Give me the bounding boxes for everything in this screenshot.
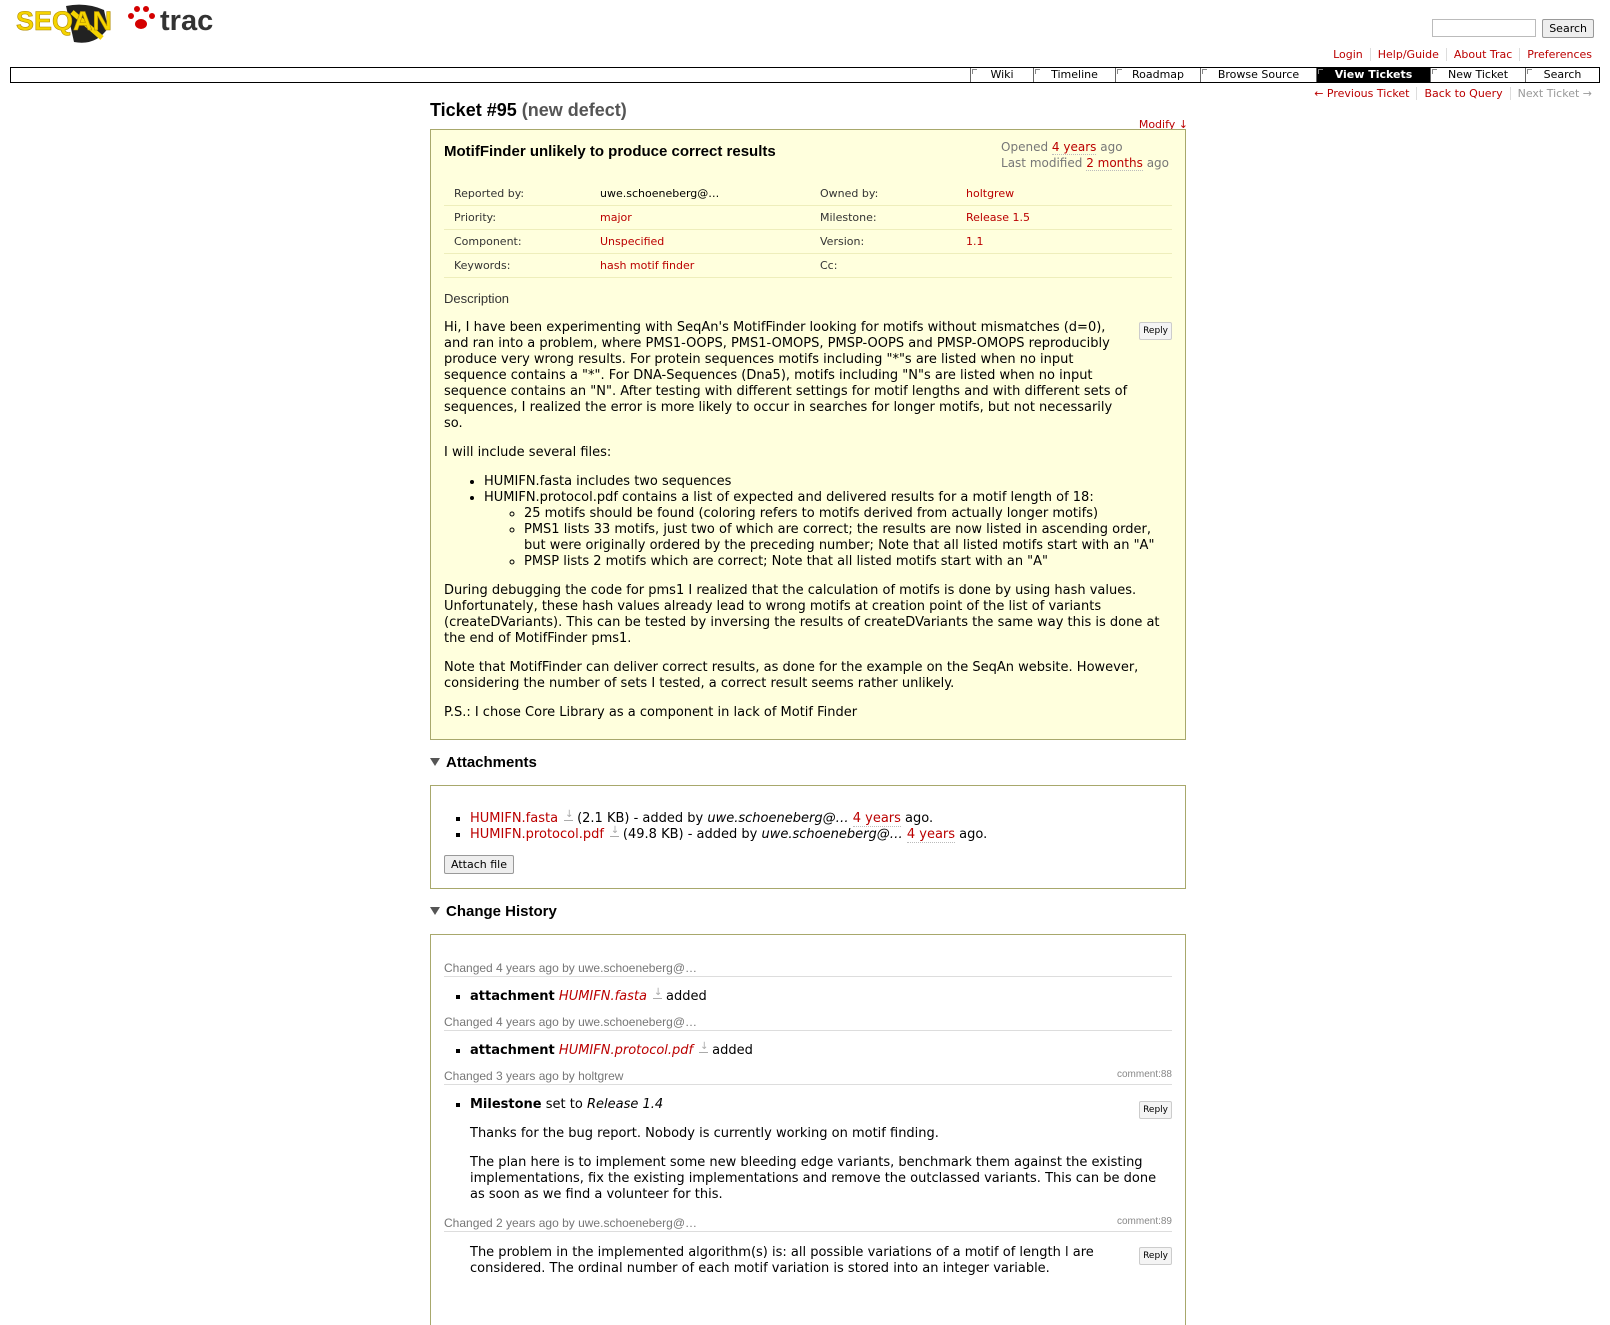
change-header: Changed 2 years ago by uwe.schoeneberg@……	[444, 1216, 1172, 1232]
attachment-item: HUMIFN.protocol.pdf(49.8 KB) - added by …	[470, 823, 1172, 843]
meta-nav: Login Help/Guide About Trac Preferences	[1326, 48, 1599, 61]
search-button[interactable]: Search	[1542, 19, 1594, 38]
prop-row: Reported by: uwe.schoeneberg@… Owned by:…	[444, 182, 1172, 206]
tab-timeline[interactable]: Timeline	[1033, 68, 1115, 82]
attach-file-button[interactable]: Attach file	[444, 855, 514, 874]
list-item: PMS1 lists 33 motifs, just two of which …	[524, 522, 1172, 554]
comment-anchor[interactable]: comment:88	[1117, 1069, 1172, 1080]
attachments-box: HUMIFN.fasta(2.1 KB) - added by uwe.scho…	[430, 785, 1186, 889]
context-nav: ← Previous Ticket Back to Query Next Tic…	[1307, 87, 1599, 100]
description-paragraph: I will include several files:	[444, 445, 612, 460]
ticket-number: Ticket #95	[430, 100, 517, 120]
age-link[interactable]: 4 years	[852, 811, 901, 827]
about-trac-link[interactable]: About Trac	[1454, 48, 1512, 61]
description-paragraph: P.S.: I chose Core Library as a componen…	[444, 705, 858, 720]
attachment-item: HUMIFN.fasta(2.1 KB) - added by uwe.scho…	[470, 807, 1172, 827]
ticket-dates: Opened 4 years ago Last modified 2 month…	[1001, 140, 1169, 171]
change-item: attachment HUMIFN.fastaadded	[470, 985, 1172, 1005]
change-list: Milestone set to Release 1.4 Reply	[444, 1097, 1172, 1119]
description-heading: Description	[444, 291, 510, 306]
svg-text:trac: trac	[160, 5, 213, 37]
attachment-link[interactable]: HUMIFN.protocol.pdf	[470, 827, 604, 842]
previous-ticket-link[interactable]: ← Previous Ticket	[1314, 87, 1409, 100]
file-list: HUMIFN.fasta includes two sequences HUMI…	[444, 474, 1172, 570]
prop-row: Keywords: hash motif finder Cc:	[444, 254, 1172, 278]
tab-new-ticket[interactable]: New Ticket	[1430, 68, 1525, 82]
change-list: attachment HUMIFN.fastaadded	[444, 985, 1172, 1005]
search-input[interactable]	[1432, 19, 1537, 37]
ticket-box: Opened 4 years ago Last modified 2 month…	[430, 129, 1186, 740]
component-label: Component:	[454, 235, 522, 248]
list-item: PMSP lists 2 motifs which are correct; N…	[524, 554, 1172, 570]
milestone-link[interactable]: Release 1.5	[966, 211, 1172, 224]
owned-by-label: Owned by:	[820, 187, 879, 200]
change-header: Changed 3 years ago by holtgrew comment:…	[444, 1069, 1172, 1085]
list-item: HUMIFN.fasta includes two sequences	[484, 474, 1172, 490]
download-icon[interactable]	[699, 1039, 709, 1055]
age-link[interactable]: 4 years	[906, 827, 956, 843]
page-title: Ticket #95 (new defect)	[430, 100, 1186, 121]
change-history-box: Changed 4 years ago by uwe.schoeneberg@……	[430, 934, 1186, 1325]
list-item: 25 motifs should be found (coloring refe…	[524, 506, 1172, 522]
help-guide-link[interactable]: Help/Guide	[1378, 48, 1439, 61]
description-paragraph: During debugging the code for pms1 I rea…	[444, 583, 1160, 646]
attachments-toggle[interactable]: Attachments	[430, 754, 1186, 771]
description-paragraph: Note that MotifFinder can deliver correc…	[444, 660, 1139, 691]
reported-by-value: uwe.schoeneberg@…	[600, 187, 720, 200]
description-paragraph: Hi, I have been experimenting with SeqAn…	[444, 320, 1128, 431]
tab-search[interactable]: Search	[1525, 68, 1599, 82]
back-to-query-link[interactable]: Back to Query	[1424, 87, 1502, 100]
keywords-label: Keywords:	[454, 259, 511, 272]
opened-link[interactable]: 4 years	[1051, 140, 1097, 155]
description-body: Reply Hi, I have been experimenting with…	[444, 320, 1172, 721]
cc-label: Cc:	[820, 259, 838, 272]
milestone-label: Milestone:	[820, 211, 877, 224]
comment-anchor[interactable]: comment:89	[1117, 1216, 1172, 1227]
seqan-trac-logo[interactable]: SEQAN trac	[16, 2, 226, 44]
version-label: Version:	[820, 235, 865, 248]
tab-view-tickets[interactable]: View Tickets	[1316, 68, 1430, 82]
version-link[interactable]: 1.1	[966, 235, 1172, 248]
prop-row: Priority: major Milestone: Release 1.5	[444, 206, 1172, 230]
modified-link[interactable]: 2 months	[1086, 156, 1143, 171]
list-item: HUMIFN.protocol.pdf contains a list of e…	[484, 490, 1172, 570]
change-history-toggle[interactable]: Change History	[430, 903, 1186, 920]
search-form: Search	[1432, 19, 1594, 38]
change-item: Milestone set to Release 1.4 Reply	[470, 1097, 1172, 1119]
comment-body: Thanks for the bug report. Nobody is cur…	[470, 1126, 1157, 1202]
change-header: Changed 4 years ago by uwe.schoeneberg@…	[444, 1015, 1172, 1031]
ticket-properties: Reported by: uwe.schoeneberg@… Owned by:…	[444, 182, 1172, 278]
priority-label: Priority:	[454, 211, 497, 224]
tab-wiki[interactable]: Wiki	[970, 68, 1033, 82]
tab-roadmap[interactable]: Roadmap	[1115, 68, 1200, 82]
ticket-status: (new defect)	[521, 100, 627, 120]
reply-button[interactable]: Reply	[1139, 322, 1172, 340]
next-ticket-label: Next Ticket →	[1509, 87, 1599, 100]
change-item: attachment HUMIFN.protocol.pdfadded	[470, 1039, 1172, 1059]
download-icon[interactable]	[564, 807, 573, 823]
ticket-content: Ticket #95 (new defect) Modify ↓ Opened …	[430, 100, 1188, 1325]
download-icon[interactable]	[652, 985, 662, 1001]
change-header: Changed 4 years ago by uwe.schoeneberg@…	[444, 961, 1172, 977]
preferences-link[interactable]: Preferences	[1527, 48, 1592, 61]
reported-by-label: Reported by:	[454, 187, 525, 200]
download-icon[interactable]	[609, 823, 619, 839]
reply-button[interactable]: Reply	[1139, 1101, 1172, 1119]
tab-browse-source[interactable]: Browse Source	[1200, 68, 1316, 82]
reply-button[interactable]: Reply	[1139, 1247, 1172, 1265]
comment-body: Reply The problem in the implemented alg…	[444, 1245, 1172, 1277]
component-link[interactable]: Unspecified	[600, 235, 820, 248]
main-nav: Wiki Timeline Roadmap Browse Source View…	[10, 67, 1600, 83]
priority-link[interactable]: major	[600, 211, 820, 224]
attachment-link[interactable]: HUMIFN.fasta	[470, 811, 558, 826]
attachment-link[interactable]: HUMIFN.fasta	[559, 989, 647, 1004]
svg-text:SEQAN: SEQAN	[16, 6, 112, 36]
prop-row: Component: Unspecified Version: 1.1	[444, 230, 1172, 254]
attachment-link[interactable]: HUMIFN.protocol.pdf	[559, 1043, 693, 1058]
keywords-link[interactable]: hash motif finder	[600, 259, 820, 272]
attachment-list: HUMIFN.fasta(2.1 KB) - added by uwe.scho…	[444, 807, 1172, 843]
login-link[interactable]: Login	[1333, 48, 1363, 61]
change-list: attachment HUMIFN.protocol.pdfadded	[444, 1039, 1172, 1059]
owned-by-link[interactable]: holtgrew	[966, 187, 1172, 200]
